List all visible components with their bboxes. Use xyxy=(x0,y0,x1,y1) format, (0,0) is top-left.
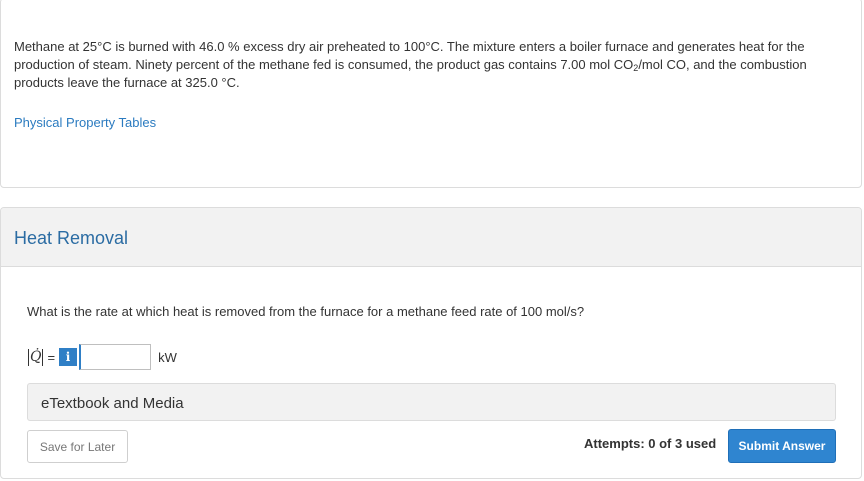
variable-symbol: Q̇ xyxy=(30,349,42,365)
answer-input[interactable] xyxy=(79,344,152,370)
etextbook-media-panel[interactable]: eTextbook and Media xyxy=(27,383,836,421)
attempts-counter: Attempts: 0 of 3 used xyxy=(584,436,717,451)
problem-card: Methane at 25°C is burned with 46.0 % ex… xyxy=(0,0,862,188)
question-text: What is the rate at which heat is remove… xyxy=(27,304,585,319)
save-for-later-button[interactable]: Save for Later xyxy=(27,430,128,463)
abs-bar-right xyxy=(42,348,44,366)
answer-row: Q̇ = i kW xyxy=(27,344,177,370)
abs-bar-left xyxy=(28,348,29,366)
info-icon[interactable]: i xyxy=(59,348,78,366)
problem-statement: Methane at 25°C is burned with 46.0 % ex… xyxy=(14,38,854,92)
submit-answer-button[interactable]: Submit Answer xyxy=(728,429,836,463)
part-title: Heat Removal xyxy=(14,228,129,248)
part-card: Heat Removal What is the rate at which h… xyxy=(0,207,862,479)
part-header: Heat Removal xyxy=(1,208,861,267)
unit-label: kW xyxy=(158,349,177,365)
variable-label: Q̇ xyxy=(27,348,44,366)
physical-property-tables-link[interactable]: Physical Property Tables xyxy=(14,115,156,130)
equals-sign: = xyxy=(47,349,56,365)
